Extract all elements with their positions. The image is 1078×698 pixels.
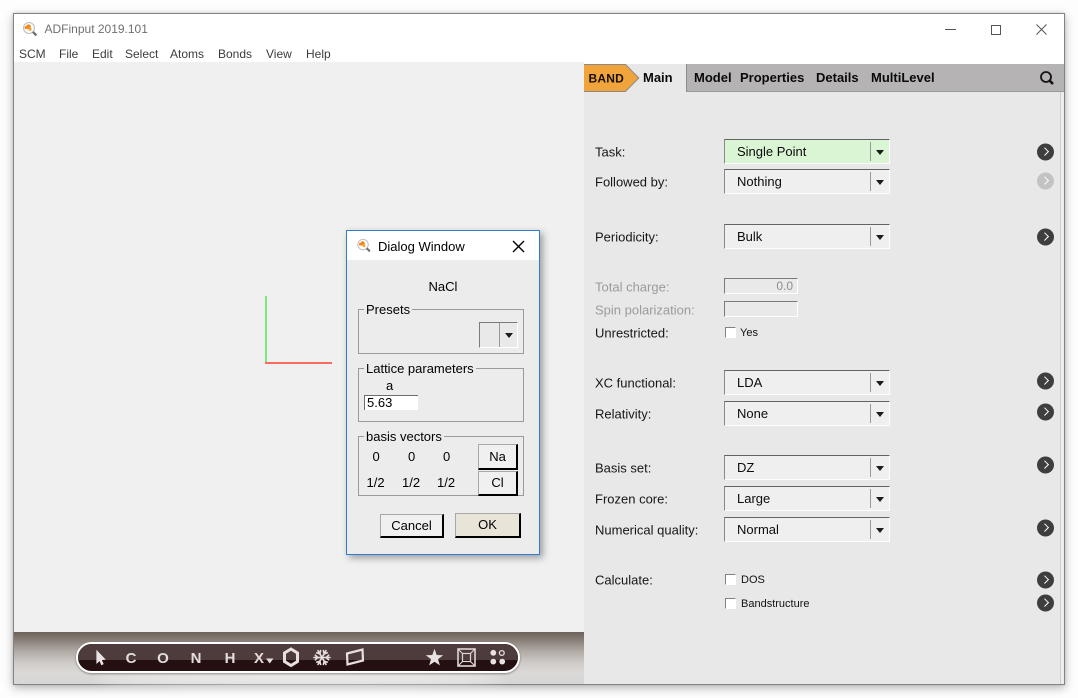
svg-text:C: C	[126, 650, 137, 667]
svg-text:X: X	[254, 650, 264, 667]
svg-text:O: O	[157, 650, 169, 667]
svg-text:H: H	[225, 650, 236, 667]
svg-text:BAND: BAND	[589, 72, 625, 86]
svg-text:N: N	[191, 650, 202, 667]
